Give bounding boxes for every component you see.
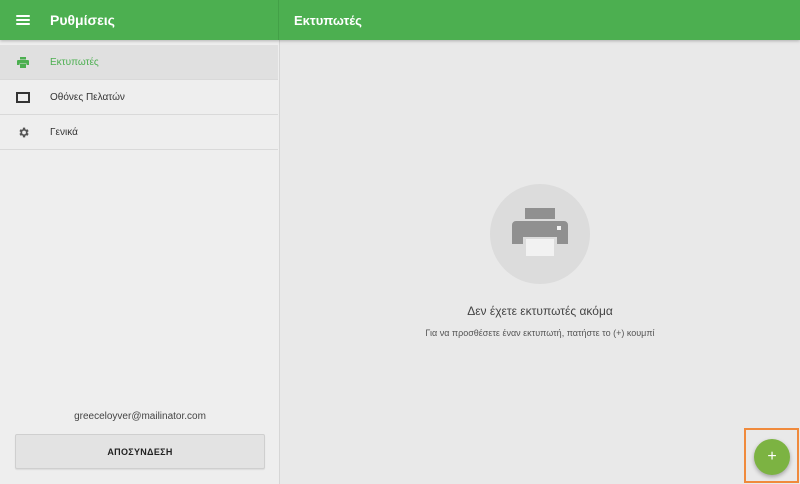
empty-state-title: Δεν έχετε εκτυπωτές ακόμα [467,304,613,318]
empty-state-subtitle: Για να προσθέσετε έναν εκτυπωτή, πατήστε… [425,328,655,338]
display-icon [16,90,30,104]
sidebar-item-label: Οθόνες Πελατών [50,91,125,103]
logout-button[interactable]: ΑΠΟΣΥΝΔΕΣΗ [15,434,265,469]
sidebar-item-label: Γενικά [50,126,78,138]
printer-icon [16,55,30,69]
account-email: greeceloyver@mailinator.com [74,411,206,422]
gear-icon [16,125,30,139]
sidebar-item-general[interactable]: Γενικά [0,115,278,150]
app-title: Ρυθμίσεις [50,12,115,28]
menu-icon[interactable] [16,15,30,25]
printer-icon [512,207,568,261]
section-title: Εκτυπωτές [294,12,362,28]
main-content: Δεν έχετε εκτυπωτές ακόμα Για να προσθέσ… [280,40,800,484]
sidebar-item-printers[interactable]: Εκτυπωτές [0,45,278,80]
plus-icon: + [767,448,777,465]
sidebar-item-label: Εκτυπωτές [50,56,99,68]
sidebar: Εκτυπωτές Οθόνες Πελατών Γενικά greecelo… [0,40,280,484]
app-bar: Ρυθμίσεις Εκτυπωτές [0,0,800,40]
add-printer-button[interactable]: + [754,439,790,475]
app-bar-left: Ρυθμίσεις [0,0,279,40]
empty-state-circle [490,184,590,284]
sidebar-item-customer-displays[interactable]: Οθόνες Πελατών [0,80,278,115]
app-window: Ρυθμίσεις Εκτυπωτές Εκτυπωτές Οθόνες Πελ… [0,0,800,484]
